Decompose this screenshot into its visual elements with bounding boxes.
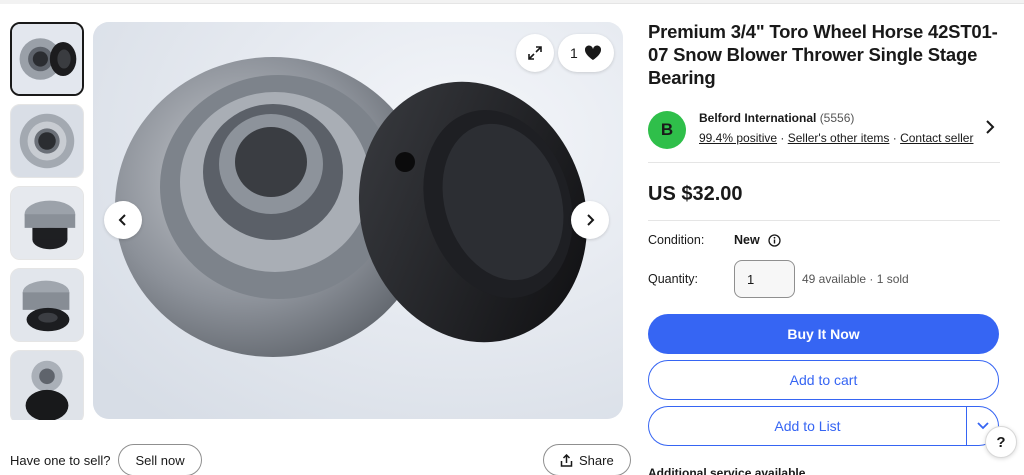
thumbnail-image xyxy=(11,187,83,259)
seller-other-items-link[interactable]: Seller's other items xyxy=(788,131,890,145)
thumbnail-3[interactable] xyxy=(10,186,84,260)
sell-prompt: Have one to sell? xyxy=(10,452,111,468)
thumbnail-strip[interactable] xyxy=(10,22,86,420)
thumbnail-image xyxy=(11,269,83,341)
thumbnail-2[interactable] xyxy=(10,104,84,178)
expand-image-button[interactable] xyxy=(516,34,554,72)
thumbnail-image xyxy=(12,24,82,94)
watch-button[interactable]: 1 xyxy=(558,34,614,72)
help-button[interactable]: ? xyxy=(985,426,1017,458)
additional-service-heading: Additional service available xyxy=(648,466,806,475)
condition-label: Condition: xyxy=(648,233,705,247)
top-strip xyxy=(0,0,1024,4)
quantity-label: Quantity: xyxy=(648,272,699,286)
thumbnail-4[interactable] xyxy=(10,268,84,342)
seller-avatar: B xyxy=(648,111,686,149)
listing-title: Premium 3/4" Toro Wheel Horse 42ST01-07 … xyxy=(648,21,998,88)
expand-icon xyxy=(528,46,542,60)
quantity-input[interactable]: 1 xyxy=(734,260,795,298)
next-image-button[interactable] xyxy=(571,201,609,239)
contact-seller-link[interactable]: Contact seller xyxy=(900,131,973,145)
main-product-image[interactable]: 1 xyxy=(93,22,623,419)
quantity-availability: 49 available · 1 sold xyxy=(802,272,909,286)
share-label: Share xyxy=(579,452,614,468)
seller-positive-link[interactable]: 99.4% positive xyxy=(699,131,777,145)
thumbnail-image xyxy=(11,351,83,420)
sell-promo: Have one to sell? Sell now xyxy=(10,444,202,475)
chevron-right-icon xyxy=(587,214,595,226)
price: US $32.00 xyxy=(648,183,1000,221)
seller-name-row: Belford International (5556) xyxy=(699,111,854,125)
add-to-list-button[interactable]: Add to List xyxy=(648,406,966,446)
sell-now-button[interactable]: Sell now xyxy=(118,444,202,475)
watch-count: 1 xyxy=(570,45,578,61)
buy-it-now-button[interactable]: Buy It Now xyxy=(648,314,999,354)
listing-details: Premium 3/4" Toro Wheel Horse 42ST01-07 … xyxy=(648,20,1000,475)
condition-value: New xyxy=(734,233,781,247)
info-icon[interactable] xyxy=(768,233,781,247)
condition-text: New xyxy=(734,233,760,247)
link-separator: · xyxy=(780,131,788,145)
share-icon xyxy=(560,453,573,467)
seller-chevron[interactable] xyxy=(984,120,996,139)
link-separator: · xyxy=(892,131,901,145)
share-button[interactable]: Share xyxy=(543,444,631,475)
thumbnail-1[interactable] xyxy=(10,22,84,96)
seller-links: 99.4% positive · Seller's other items · … xyxy=(699,131,973,145)
bearing-photo xyxy=(93,22,623,419)
heart-icon xyxy=(584,45,601,60)
previous-image-button[interactable] xyxy=(104,201,142,239)
add-to-cart-button[interactable]: Add to cart xyxy=(648,360,999,400)
chevron-right-icon xyxy=(986,120,995,134)
seller-name[interactable]: Belford International xyxy=(699,111,816,125)
seller-card[interactable]: B Belford International (5556) 99.4% pos… xyxy=(648,103,1000,163)
seller-feedback-count: (5556) xyxy=(819,111,855,125)
thumbnail-5[interactable] xyxy=(10,350,84,420)
chevron-left-icon xyxy=(118,214,126,226)
thumbnail-image xyxy=(11,105,83,177)
chevron-down-icon xyxy=(976,422,989,430)
